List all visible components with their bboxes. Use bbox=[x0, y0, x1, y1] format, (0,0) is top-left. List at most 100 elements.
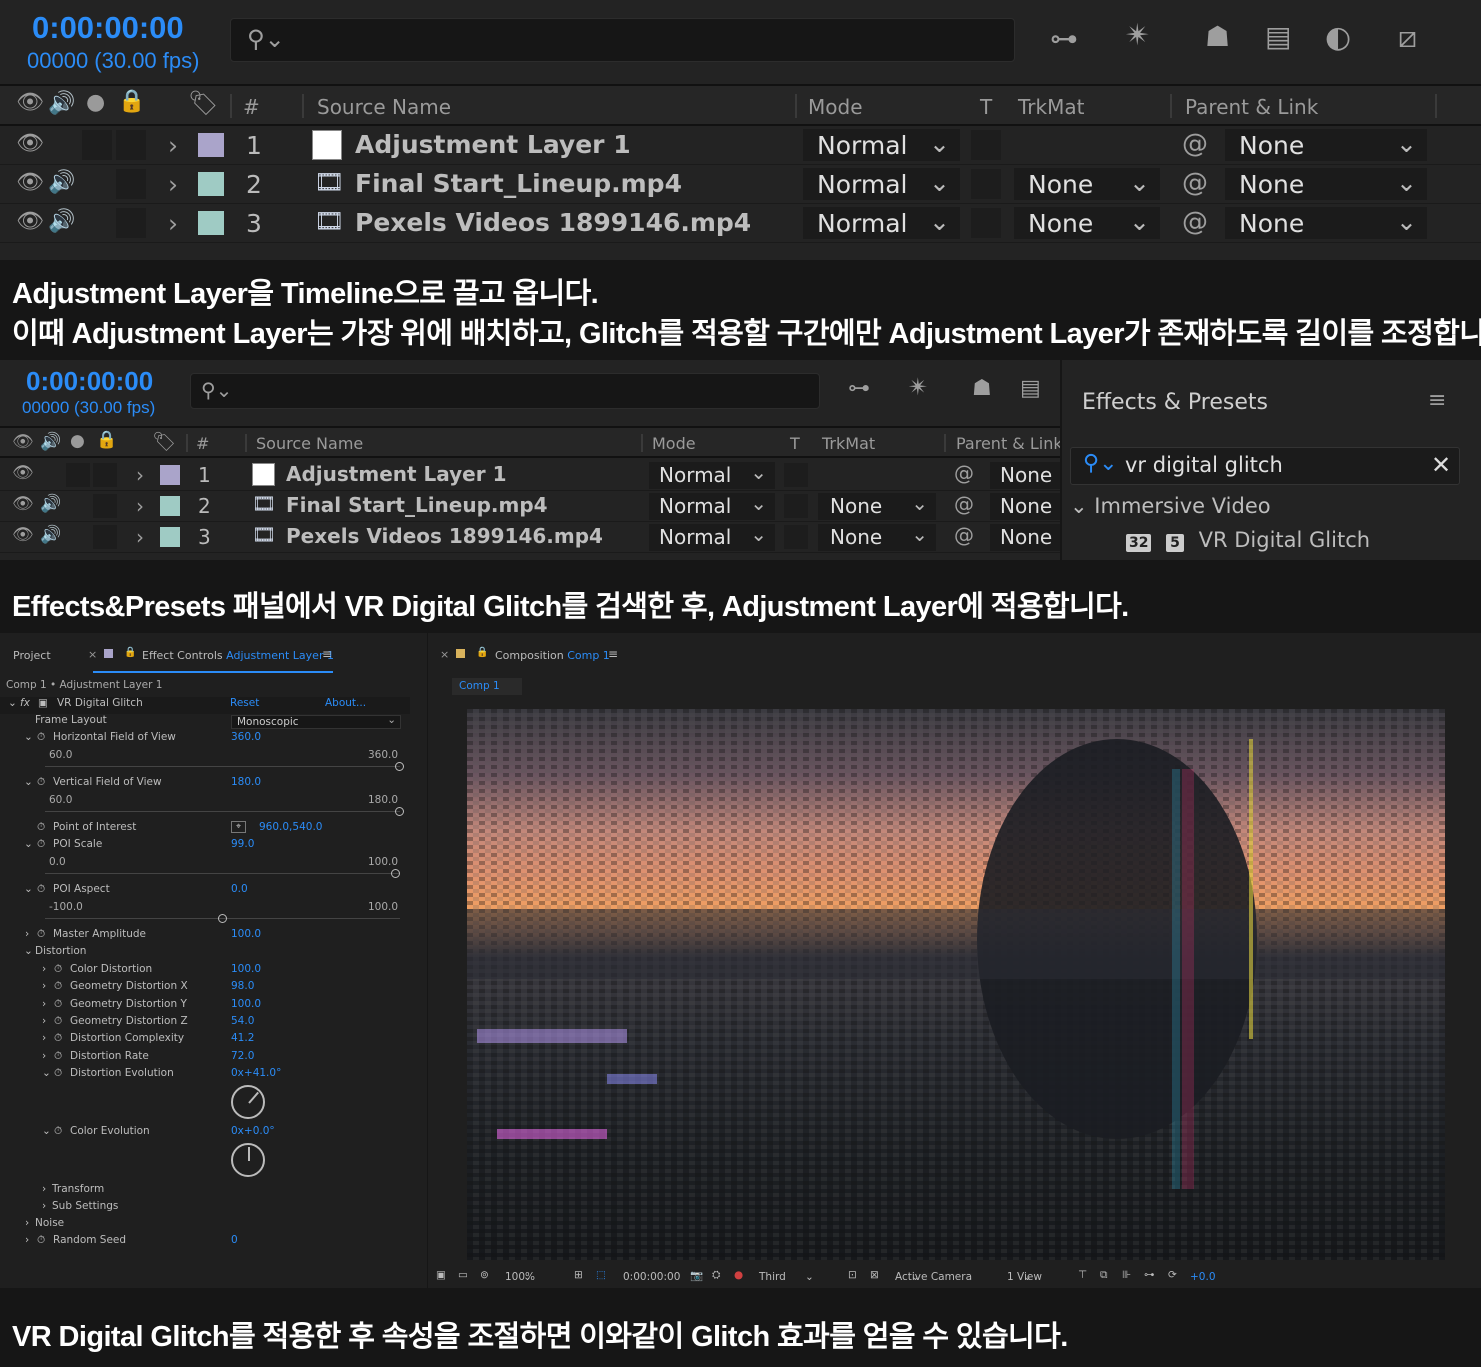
eye-icon[interactable]: 👁 bbox=[16, 131, 44, 156]
speaker-icon[interactable]: 🔊 bbox=[48, 170, 75, 195]
pickwhip-icon[interactable]: @ bbox=[954, 523, 974, 547]
poi-scale-slider[interactable] bbox=[45, 873, 400, 874]
timecode[interactable]: 0:00:00:00 bbox=[32, 10, 184, 46]
audio-speaker-icon[interactable]: 🔊 bbox=[48, 91, 75, 116]
parent-dropdown[interactable]: None ⌄ bbox=[1225, 207, 1427, 239]
poi-aspect-slider-knob[interactable] bbox=[217, 914, 227, 923]
always-preview-icon[interactable]: ▣ bbox=[436, 1269, 446, 1281]
stopwatch-icon[interactable]: ⏱ bbox=[54, 1067, 62, 1080]
noise-group[interactable]: › Noise bbox=[0, 1217, 410, 1234]
expand-chevron-icon[interactable]: › bbox=[168, 209, 178, 238]
fast-preview-icon[interactable]: ⧉ bbox=[1100, 1269, 1108, 1282]
stopwatch-icon[interactable]: ⏱ bbox=[37, 838, 45, 851]
draft-3d-icon[interactable]: ✴ bbox=[908, 373, 928, 401]
lock-icon[interactable]: 🔒 bbox=[476, 647, 488, 658]
label-color[interactable] bbox=[198, 211, 224, 235]
shy-layers-icon[interactable]: ☗ bbox=[1205, 20, 1230, 53]
stopwatch-icon[interactable]: ⏱ bbox=[37, 821, 45, 834]
layer-search-input[interactable]: ⚲⌄ bbox=[190, 373, 820, 409]
mode-dropdown[interactable]: Normal ⌄ bbox=[803, 168, 960, 200]
color-evolution-dial[interactable] bbox=[231, 1143, 265, 1177]
stopwatch-icon[interactable]: ⏱ bbox=[37, 883, 45, 896]
tab-project[interactable]: Project bbox=[13, 649, 51, 662]
layer-name[interactable]: Adjustment Layer 1 bbox=[355, 130, 631, 159]
mode-dropdown[interactable]: Normal ⌄ bbox=[803, 207, 960, 239]
stopwatch-icon[interactable]: ⏱ bbox=[54, 1050, 62, 1063]
pickwhip-icon[interactable]: @ bbox=[1182, 168, 1208, 198]
parent-dropdown[interactable]: None bbox=[990, 493, 1060, 520]
chevron-right-icon[interactable]: › bbox=[42, 980, 46, 992]
layer-row[interactable]: 👁 › 1 Adjustment Layer 1 Normal ⌄ @ None bbox=[0, 460, 1060, 491]
exposure-value[interactable]: +0.0 bbox=[1190, 1271, 1216, 1283]
stopwatch-icon[interactable]: ⏱ bbox=[54, 963, 62, 976]
label-tag-icon[interactable]: 🏷 bbox=[152, 430, 176, 453]
eye-icon[interactable]: 👁 bbox=[12, 525, 34, 545]
expand-chevron-icon[interactable]: › bbox=[136, 494, 144, 518]
label-color[interactable] bbox=[160, 496, 180, 516]
vfov-slider-knob[interactable] bbox=[395, 807, 404, 816]
vfov-row[interactable]: ⌄ ⏱ Vertical Field of View 180.0 bbox=[0, 776, 410, 793]
show-snapshot-icon[interactable]: ⛭ bbox=[712, 1269, 720, 1282]
pickwhip-icon[interactable]: @ bbox=[954, 492, 974, 516]
toggle-pixel-icon[interactable]: ⊤ bbox=[1078, 1269, 1087, 1281]
trkmat-dropdown[interactable]: None ⌄ bbox=[1014, 207, 1160, 239]
region-icon[interactable]: ⬚ bbox=[596, 1269, 606, 1281]
expand-chevron-icon[interactable]: › bbox=[168, 131, 178, 160]
grid-icon[interactable]: ⊞ bbox=[574, 1269, 583, 1281]
motion-blur-icon[interactable]: ◐ bbox=[1325, 20, 1351, 55]
chevron-right-icon[interactable]: › bbox=[42, 1032, 46, 1044]
master-amplitude-row[interactable]: › ⏱ Master Amplitude 100.0 bbox=[0, 928, 410, 945]
label-color[interactable] bbox=[160, 465, 180, 485]
distortion-param-row[interactable]: › ⏱ Color Distortion 100.0 bbox=[0, 963, 410, 980]
frame-layout-dropdown[interactable]: Monoscopic ⌄ bbox=[231, 714, 401, 729]
mode-dropdown[interactable]: Normal ⌄ bbox=[649, 460, 775, 489]
reset-exposure-icon[interactable]: ⟳ bbox=[1168, 1269, 1177, 1281]
distortion-param-row[interactable]: › ⏱ Distortion Rate 72.0 bbox=[0, 1050, 410, 1067]
stopwatch-icon[interactable]: ⏱ bbox=[37, 1234, 45, 1247]
expand-chevron-icon[interactable]: › bbox=[136, 525, 144, 549]
shy-layers-icon[interactable]: ☗ bbox=[972, 376, 992, 401]
frame-blending-icon[interactable]: ▤ bbox=[1265, 20, 1291, 53]
panel-menu-icon[interactable]: ≡ bbox=[322, 647, 332, 661]
trkmat-dropdown[interactable]: None ⌄ bbox=[818, 491, 936, 520]
stopwatch-icon[interactable]: ⏱ bbox=[37, 928, 45, 941]
layer-name[interactable]: Pexels Videos 1899146.mp4 bbox=[355, 208, 751, 237]
color-evolution-row[interactable]: ⌄ ⏱ Color Evolution 0x+0.0° bbox=[0, 1125, 410, 1142]
layer-row[interactable]: 👁 🔊 › 2 🎞 Final Start_Lineup.mp4 Normal ⌄… bbox=[0, 491, 1060, 522]
lock-icon[interactable]: 🔒 bbox=[124, 647, 136, 658]
pickwhip-icon[interactable]: @ bbox=[954, 461, 974, 485]
hfov-row[interactable]: ⌄ ⏱ Horizontal Field of View 360.0 bbox=[0, 731, 410, 748]
effect-item[interactable]: 32 5 VR Digital Glitch bbox=[1126, 528, 1370, 556]
color-channels-icon[interactable]: ● bbox=[734, 1269, 743, 1281]
roi-icon[interactable]: ⊡ bbox=[848, 1269, 857, 1281]
label-color[interactable] bbox=[198, 172, 224, 196]
stopwatch-icon[interactable]: ⏱ bbox=[37, 776, 45, 789]
layer-name[interactable]: Pexels Videos 1899146.mp4 bbox=[286, 524, 603, 548]
audio-speaker-icon[interactable]: 🔊 bbox=[40, 432, 61, 452]
layer-row[interactable]: 👁 › 1 Adjustment Layer 1 Normal ⌄ @ None ⌄ bbox=[0, 127, 1481, 165]
effect-header[interactable]: ⌄ fx ▣ VR Digital Glitch Reset About... bbox=[0, 697, 410, 714]
monitor-icon[interactable]: ▭ bbox=[458, 1269, 468, 1281]
distortion-group[interactable]: ⌄ Distortion bbox=[0, 945, 410, 962]
layer-row[interactable]: 👁 🔊 › 2 🎞 Final Start_Lineup.mp4 Normal ⌄… bbox=[0, 166, 1481, 204]
fx-icon[interactable]: fx bbox=[20, 697, 30, 709]
distortion-evolution-row[interactable]: ⌄ ⏱ Distortion Evolution 0x+41.0° bbox=[0, 1067, 410, 1084]
stopwatch-icon[interactable]: ⏱ bbox=[54, 980, 62, 993]
clear-search-icon[interactable]: ✕ bbox=[1431, 451, 1451, 479]
timeline-icon[interactable]: ⊪ bbox=[1122, 1269, 1131, 1281]
mode-dropdown[interactable]: Normal ⌄ bbox=[649, 522, 775, 551]
speaker-icon[interactable]: 🔊 bbox=[40, 525, 61, 545]
video-eye-icon[interactable]: 👁 bbox=[12, 432, 34, 452]
layer-row[interactable]: 👁 🔊 › 3 🎞 Pexels Videos 1899146.mp4 Norm… bbox=[0, 205, 1481, 243]
distortion-param-row[interactable]: › ⏱ Geometry Distortion Z 54.0 bbox=[0, 1015, 410, 1032]
eye-icon[interactable]: 👁 bbox=[12, 494, 34, 514]
close-icon[interactable]: × bbox=[88, 648, 97, 661]
sub-settings-group[interactable]: › Sub Settings bbox=[0, 1200, 410, 1217]
camera-snapshot-icon[interactable]: 📷 bbox=[690, 1269, 703, 1282]
frame-blending-icon[interactable]: ▤ bbox=[1020, 376, 1041, 401]
composition-flowchart-icon[interactable]: ⊶ bbox=[1050, 22, 1078, 55]
chevron-down-icon[interactable]: ⌄ bbox=[8, 697, 17, 709]
hfov-slider[interactable] bbox=[45, 766, 400, 767]
close-icon[interactable]: × bbox=[440, 648, 449, 661]
distortion-evolution-dial[interactable] bbox=[231, 1085, 265, 1119]
